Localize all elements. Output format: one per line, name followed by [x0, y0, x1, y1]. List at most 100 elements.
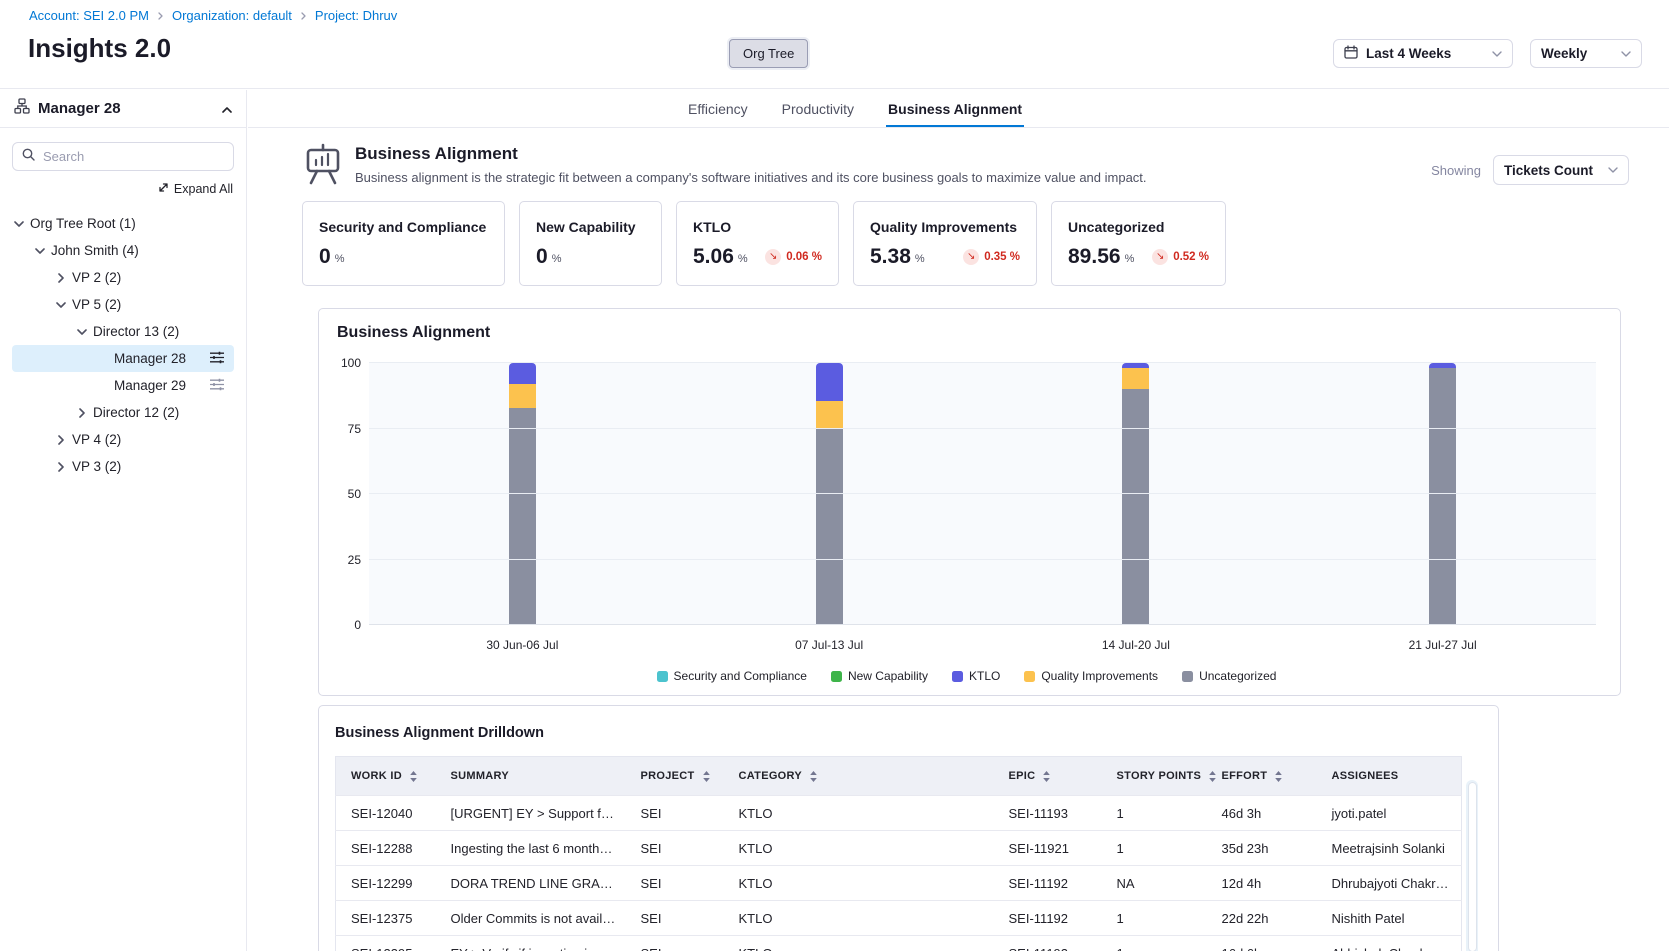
x-axis-tick-label: 21 Jul-27 Jul: [1289, 638, 1596, 652]
breadcrumb-link[interactable]: Organization: default: [172, 8, 292, 23]
legend-item[interactable]: KTLO: [952, 669, 1000, 683]
sort-icon: [1208, 770, 1217, 783]
table-cell: SEI: [626, 866, 724, 901]
table-cell: Abhishek Chauhan: [1317, 936, 1462, 951]
stacked-bar[interactable]: [816, 363, 843, 625]
column-header-category[interactable]: Category: [724, 757, 994, 796]
table-scrollbar-thumb[interactable]: [1468, 782, 1477, 951]
column-header-label: Category: [739, 770, 803, 782]
legend-item[interactable]: New Capability: [831, 669, 928, 683]
sidebar-title: Manager 28: [38, 100, 214, 117]
column-header-label: Project: [641, 770, 695, 782]
table-cell: 35d 23h: [1207, 831, 1317, 866]
table-cell: SEI-11193: [994, 796, 1102, 831]
column-header-story-points[interactable]: Story Points: [1102, 757, 1207, 796]
tree-item[interactable]: Manager 29: [12, 372, 234, 399]
metric-card-label: New Capability: [536, 219, 645, 235]
legend-item[interactable]: Uncategorized: [1182, 669, 1276, 683]
chevron-up-icon[interactable]: [222, 100, 232, 118]
expand-all-button[interactable]: Expand All: [0, 182, 233, 196]
tree-item[interactable]: John Smith (4): [12, 237, 234, 264]
bar-segment-quality-improvements: [1122, 368, 1149, 389]
date-range-select[interactable]: Last 4 Weeks: [1333, 39, 1513, 68]
bar-segment-quality-improvements: [816, 401, 843, 429]
filter-sliders-icon[interactable]: [209, 378, 225, 391]
org-tree-button[interactable]: Org Tree: [729, 39, 808, 68]
stacked-bar[interactable]: [1122, 363, 1149, 625]
metric-card-label: Uncategorized: [1068, 219, 1209, 235]
breadcrumb-link[interactable]: Project: Dhruv: [315, 8, 397, 23]
tree-item[interactable]: VP 3 (2): [12, 453, 234, 480]
metric-value-row: 5.06%↘0.06 %: [693, 246, 822, 267]
tree-item[interactable]: VP 5 (2): [12, 291, 234, 318]
metric-value-row: 0%: [536, 246, 645, 267]
tree-item[interactable]: VP 4 (2): [12, 426, 234, 453]
delta-badge: ↘0.52 %: [1138, 249, 1209, 265]
delta-value: 0.06 %: [786, 251, 822, 263]
expand-all-label: Expand All: [174, 182, 233, 196]
sort-icon: [809, 770, 818, 783]
column-header-project[interactable]: Project: [626, 757, 724, 796]
tab-efficiency[interactable]: Efficiency: [686, 90, 750, 127]
column-header-work-id[interactable]: Work ID: [336, 757, 436, 796]
bar-slot: [983, 363, 1290, 625]
chevron-right-icon: [77, 408, 87, 418]
metric-card-label: Security and Compliance: [319, 219, 488, 235]
table-row[interactable]: SEI-12395EY > Verify if ingestion is wor…: [336, 936, 1462, 951]
calendar-icon: [1344, 45, 1358, 62]
tab-productivity[interactable]: Productivity: [780, 90, 856, 127]
table-cell: 1: [1102, 831, 1207, 866]
filter-sliders-icon[interactable]: [209, 351, 225, 364]
table-cell: SEI-11192: [994, 936, 1102, 951]
chevron-down-icon: [1492, 51, 1502, 57]
breadcrumb-link[interactable]: Account: SEI 2.0 PM: [29, 8, 149, 23]
column-header-assignees: Assignees: [1317, 757, 1462, 796]
search-input[interactable]: [43, 149, 224, 164]
table-row[interactable]: SEI-12288Ingesting the last 6 months of …: [336, 831, 1462, 866]
column-header-epic[interactable]: Epic: [994, 757, 1102, 796]
tab-business-alignment[interactable]: Business Alignment: [886, 90, 1024, 127]
legend-item[interactable]: Quality Improvements: [1024, 669, 1158, 683]
tree-item[interactable]: VP 2 (2): [12, 264, 234, 291]
bar-segment-uncategorized: [1429, 368, 1456, 625]
legend-item[interactable]: Security and Compliance: [657, 669, 807, 683]
metric-card-unit: %: [552, 253, 562, 265]
table-cell: KTLO: [724, 796, 994, 831]
table-cell: 1: [1102, 796, 1207, 831]
table-row[interactable]: SEI-12299DORA TREND LINE GRAPH Widgets i…: [336, 866, 1462, 901]
metric-cards-row: Security and Compliance 0% New Capability 0…: [302, 201, 1669, 286]
metric-value-row: 89.56%↘0.52 %: [1068, 246, 1209, 267]
metric-card-label: Quality Improvements: [870, 219, 1020, 235]
y-axis-tick-label: 0: [354, 618, 361, 632]
table-cell: KTLO: [724, 866, 994, 901]
column-header-effort[interactable]: Effort: [1207, 757, 1317, 796]
gridline: [369, 559, 1596, 560]
column-header-label: Story Points: [1117, 770, 1202, 782]
table-row[interactable]: SEI-12375Older Commits is not available …: [336, 901, 1462, 936]
tree-item[interactable]: Org Tree Root (1): [12, 210, 234, 237]
table-scrollbar[interactable]: [1466, 780, 1478, 951]
metric-card-label: KTLO: [693, 219, 822, 235]
interval-select[interactable]: Weekly: [1530, 39, 1642, 68]
table-cell: NA: [1102, 866, 1207, 901]
gridline: [369, 624, 1596, 625]
legend-label: New Capability: [848, 669, 928, 683]
table-row[interactable]: SEI-12040[URGENT] EY > Support for job r…: [336, 796, 1462, 831]
tree-item-label: Manager 29: [114, 378, 186, 393]
chevron-down-icon: [56, 302, 66, 308]
stacked-bar[interactable]: [509, 363, 536, 625]
table-cell: SEI-12299: [336, 866, 436, 901]
delta-badge: ↘0.35 %: [949, 249, 1020, 265]
table-cell: Ingesting the last 6 months of ServiceN.…: [436, 831, 626, 866]
tree-item[interactable]: Director 12 (2): [12, 399, 234, 426]
tree-item[interactable]: Director 13 (2): [12, 318, 234, 345]
tree-item[interactable]: Manager 28: [12, 345, 234, 372]
business-alignment-chart-card: Business Alignment 0255075100 30 Jun-06 …: [318, 308, 1621, 696]
table-cell: Dhrubajyoti Chakraborty: [1317, 866, 1462, 901]
chevron-down-icon: [35, 248, 45, 254]
metric-value-row: 0%: [319, 246, 488, 267]
stacked-bar[interactable]: [1429, 363, 1456, 625]
showing-select[interactable]: Tickets Count: [1493, 155, 1629, 185]
table-cell: Nishith Patel: [1317, 901, 1462, 936]
table-cell: 16d 6h: [1207, 936, 1317, 951]
